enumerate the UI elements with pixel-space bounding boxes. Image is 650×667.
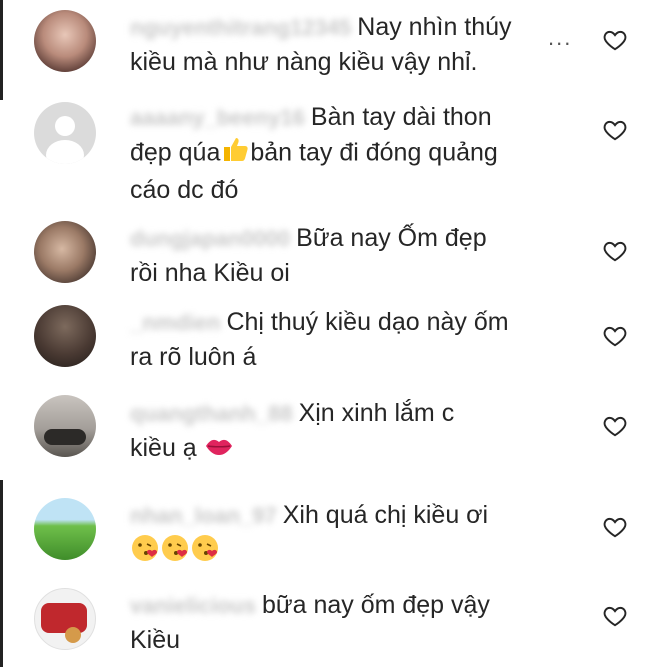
comment-item: quangthanh_88 Xịn xinh lắm c kiều ạ [0, 388, 650, 483]
username[interactable]: _nmdien [130, 305, 220, 340]
username[interactable]: nhan_loan_97 [130, 498, 277, 533]
comment-text: vanielicious bữa nay ốm đẹp vậy Kiều [130, 588, 570, 658]
comment-line: Kiều [130, 626, 181, 654]
heart-icon[interactable] [602, 238, 628, 264]
comment-text: nhan_loan_97 Xih quá chị kiều ơi [130, 498, 570, 573]
username[interactable]: aaaany_beeny16 [130, 100, 305, 135]
avatar[interactable] [34, 498, 96, 560]
comment-text: dungjapan0000 Bữa nay Ốm đẹp rồi nha Kiều… [130, 221, 570, 291]
heart-icon[interactable] [602, 514, 628, 540]
avatar[interactable] [34, 221, 96, 283]
avatar[interactable] [34, 305, 96, 367]
heart-icon[interactable] [602, 27, 628, 53]
comment-line: Bàn tay dài thon [310, 103, 492, 131]
comment-line: đẹp qúa [130, 138, 221, 167]
more-options-icon[interactable]: ... [548, 25, 572, 51]
default-avatar-body [46, 140, 84, 164]
comment-line: cáo dc đó [130, 176, 239, 204]
avatar[interactable] [34, 102, 96, 164]
comment-line: Bữa nay Ốm đẹp [296, 224, 487, 252]
kiss-lips-emoji [204, 432, 234, 467]
thumbs-up-emoji [220, 135, 250, 173]
avatar-red-shape [41, 603, 87, 633]
username[interactable]: vanielicious [130, 588, 256, 623]
heart-icon[interactable] [602, 323, 628, 349]
comment-line: kiều ạ [130, 434, 197, 462]
comment-line: ra rõ luôn á [130, 343, 257, 371]
comment-line: Nay nhìn thúy [357, 13, 512, 41]
comment-line: Xịn xinh lắm c [298, 399, 455, 427]
comment-text: aaaany_beeny16 Bàn tay dài thon đẹp qúa bả… [130, 100, 570, 208]
avatar[interactable] [34, 10, 96, 72]
username[interactable]: nguyenthitrang12345 [130, 10, 351, 45]
comment-line: Xih quá chị kiều ơi [282, 501, 489, 529]
comment-line: kiều mà như nàng kiều vậy nhỉ. [130, 48, 478, 76]
comment-text: _nmdien Chị thuý kiều dạo này ốm ra rõ lu… [130, 305, 570, 375]
comment-line: Chị thuý kiều dạo này ốm [226, 308, 509, 336]
comment-text: nguyenthitrang12345 Nay nhìn thúy kiều mà… [130, 10, 570, 80]
comment-item: dungjapan0000 Bữa nay Ốm đẹp rồi nha Kiều… [0, 215, 650, 300]
avatar[interactable] [34, 395, 96, 457]
kissing-face-emoji [130, 533, 220, 573]
comment-item: vanielicious bữa nay ốm đẹp vậy Kiều [0, 580, 650, 667]
username[interactable]: dungjapan0000 [130, 221, 290, 256]
comment-text: quangthanh_88 Xịn xinh lắm c kiều ạ [130, 396, 570, 467]
heart-icon[interactable] [602, 603, 628, 629]
comment-item: nhan_loan_97 Xih quá chị kiều ơi [0, 490, 650, 580]
comment-item: nguyenthitrang12345 Nay nhìn thúy kiều mà… [0, 0, 650, 100]
comment-line: bản tay đi đóng quảng [250, 138, 498, 167]
default-avatar-head [55, 116, 75, 136]
avatar[interactable] [34, 588, 96, 650]
heart-icon[interactable] [602, 413, 628, 439]
comment-item: _nmdien Chị thuý kiều dạo này ốm ra rõ lu… [0, 300, 650, 385]
avatar-cookie-shape [65, 627, 81, 643]
heart-icon[interactable] [602, 117, 628, 143]
motorbike-shape [44, 429, 86, 445]
comment-item: aaaany_beeny16 Bàn tay dài thon đẹp qúa bả… [0, 100, 650, 215]
comment-line: bữa nay ốm đẹp vậy [261, 591, 490, 619]
username[interactable]: quangthanh_88 [130, 396, 293, 431]
comment-line: rồi nha Kiều oi [130, 259, 290, 287]
